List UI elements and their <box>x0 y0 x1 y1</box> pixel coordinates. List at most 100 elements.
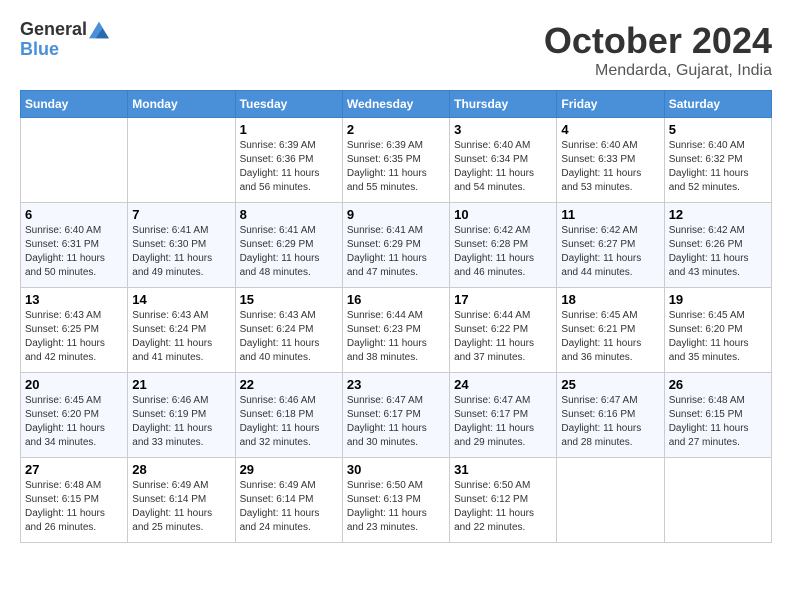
day-info: Sunrise: 6:47 AM Sunset: 6:17 PM Dayligh… <box>454 394 552 450</box>
calendar-day-header: Wednesday <box>342 91 449 118</box>
day-info: Sunrise: 6:42 AM Sunset: 6:28 PM Dayligh… <box>454 224 552 280</box>
day-number: 24 <box>454 377 552 392</box>
day-number: 16 <box>347 292 445 307</box>
logo-icon <box>89 20 109 40</box>
day-number: 27 <box>25 462 123 477</box>
calendar-week-row: 6Sunrise: 6:40 AM Sunset: 6:31 PM Daylig… <box>21 203 772 288</box>
day-info: Sunrise: 6:41 AM Sunset: 6:29 PM Dayligh… <box>240 224 338 280</box>
calendar-cell: 31 Sunrise: 6:50 AM Sunset: 6:12 PM Dayli… <box>450 458 557 543</box>
day-info: Sunrise: 6:48 AM Sunset: 6:15 PM Dayligh… <box>669 394 767 450</box>
day-info: Sunrise: 6:48 AM Sunset: 6:15 PM Dayligh… <box>25 479 123 535</box>
logo-general-text: General <box>20 20 87 40</box>
calendar-cell: 26 Sunrise: 6:48 AM Sunset: 6:15 PM Dayli… <box>664 373 771 458</box>
calendar-cell: 17 Sunrise: 6:44 AM Sunset: 6:22 PM Dayli… <box>450 288 557 373</box>
day-info: Sunrise: 6:39 AM Sunset: 6:36 PM Dayligh… <box>240 139 338 195</box>
day-number: 28 <box>132 462 230 477</box>
day-number: 21 <box>132 377 230 392</box>
calendar-cell: 4Sunrise: 6:40 AM Sunset: 6:33 PM Daylig… <box>557 118 664 203</box>
calendar-cell: 2 Sunrise: 6:39 AM Sunset: 6:35 PM Daylig… <box>342 118 449 203</box>
day-number: 4 <box>561 122 659 137</box>
calendar-cell <box>128 118 235 203</box>
calendar-cell: 12Sunrise: 6:42 AM Sunset: 6:26 PM Dayli… <box>664 203 771 288</box>
calendar-cell: 6Sunrise: 6:40 AM Sunset: 6:31 PM Daylig… <box>21 203 128 288</box>
day-number: 9 <box>347 207 445 222</box>
day-info: Sunrise: 6:42 AM Sunset: 6:27 PM Dayligh… <box>561 224 659 280</box>
calendar-header-row: SundayMondayTuesdayWednesdayThursdayFrid… <box>21 91 772 118</box>
day-number: 17 <box>454 292 552 307</box>
day-number: 18 <box>561 292 659 307</box>
calendar-cell: 20Sunrise: 6:45 AM Sunset: 6:20 PM Dayli… <box>21 373 128 458</box>
day-info: Sunrise: 6:44 AM Sunset: 6:22 PM Dayligh… <box>454 309 552 365</box>
day-info: Sunrise: 6:49 AM Sunset: 6:14 PM Dayligh… <box>240 479 338 535</box>
calendar-day-header: Sunday <box>21 91 128 118</box>
calendar-cell <box>664 458 771 543</box>
calendar-cell: 29Sunrise: 6:49 AM Sunset: 6:14 PM Dayli… <box>235 458 342 543</box>
calendar-cell: 10 Sunrise: 6:42 AM Sunset: 6:28 PM Dayli… <box>450 203 557 288</box>
calendar-cell: 25Sunrise: 6:47 AM Sunset: 6:16 PM Dayli… <box>557 373 664 458</box>
day-number: 19 <box>669 292 767 307</box>
day-number: 2 <box>347 122 445 137</box>
calendar-cell: 18 Sunrise: 6:45 AM Sunset: 6:21 PM Dayli… <box>557 288 664 373</box>
calendar-day-header: Thursday <box>450 91 557 118</box>
day-info: Sunrise: 6:42 AM Sunset: 6:26 PM Dayligh… <box>669 224 767 280</box>
day-number: 10 <box>454 207 552 222</box>
day-info: Sunrise: 6:49 AM Sunset: 6:14 PM Dayligh… <box>132 479 230 535</box>
location-text: Mendarda, Gujarat, India <box>544 62 772 80</box>
day-info: Sunrise: 6:45 AM Sunset: 6:20 PM Dayligh… <box>669 309 767 365</box>
calendar-cell: 15Sunrise: 6:43 AM Sunset: 6:24 PM Dayli… <box>235 288 342 373</box>
logo-blue-text: Blue <box>20 40 109 60</box>
calendar-cell: 11Sunrise: 6:42 AM Sunset: 6:27 PM Dayli… <box>557 203 664 288</box>
calendar-cell: 21 Sunrise: 6:46 AM Sunset: 6:19 PM Dayli… <box>128 373 235 458</box>
calendar-day-header: Monday <box>128 91 235 118</box>
calendar-week-row: 13 Sunrise: 6:43 AM Sunset: 6:25 PM Dayli… <box>21 288 772 373</box>
day-info: Sunrise: 6:44 AM Sunset: 6:23 PM Dayligh… <box>347 309 445 365</box>
calendar-cell: 5Sunrise: 6:40 AM Sunset: 6:32 PM Daylig… <box>664 118 771 203</box>
logo: General Blue <box>20 20 109 60</box>
day-info: Sunrise: 6:46 AM Sunset: 6:18 PM Dayligh… <box>240 394 338 450</box>
calendar-cell: 24 Sunrise: 6:47 AM Sunset: 6:17 PM Dayli… <box>450 373 557 458</box>
calendar-cell: 28 Sunrise: 6:49 AM Sunset: 6:14 PM Dayli… <box>128 458 235 543</box>
day-number: 31 <box>454 462 552 477</box>
calendar-cell: 13 Sunrise: 6:43 AM Sunset: 6:25 PM Dayli… <box>21 288 128 373</box>
page-header: General Blue October 2024 Mendarda, Guja… <box>20 20 772 80</box>
calendar-week-row: 1 Sunrise: 6:39 AM Sunset: 6:36 PM Daylig… <box>21 118 772 203</box>
day-number: 23 <box>347 377 445 392</box>
day-info: Sunrise: 6:43 AM Sunset: 6:25 PM Dayligh… <box>25 309 123 365</box>
calendar-cell: 7 Sunrise: 6:41 AM Sunset: 6:30 PM Daylig… <box>128 203 235 288</box>
day-number: 20 <box>25 377 123 392</box>
calendar-cell: 19 Sunrise: 6:45 AM Sunset: 6:20 PM Dayli… <box>664 288 771 373</box>
day-number: 26 <box>669 377 767 392</box>
calendar-cell: 16 Sunrise: 6:44 AM Sunset: 6:23 PM Dayli… <box>342 288 449 373</box>
calendar-cell: 14 Sunrise: 6:43 AM Sunset: 6:24 PM Dayli… <box>128 288 235 373</box>
calendar-cell: 27 Sunrise: 6:48 AM Sunset: 6:15 PM Dayli… <box>21 458 128 543</box>
day-info: Sunrise: 6:47 AM Sunset: 6:16 PM Dayligh… <box>561 394 659 450</box>
day-number: 14 <box>132 292 230 307</box>
day-number: 13 <box>25 292 123 307</box>
calendar-cell: 23 Sunrise: 6:47 AM Sunset: 6:17 PM Dayli… <box>342 373 449 458</box>
day-info: Sunrise: 6:40 AM Sunset: 6:32 PM Dayligh… <box>669 139 767 195</box>
title-section: October 2024 Mendarda, Gujarat, India <box>544 20 772 80</box>
day-info: Sunrise: 6:39 AM Sunset: 6:35 PM Dayligh… <box>347 139 445 195</box>
month-title: October 2024 <box>544 20 772 62</box>
day-number: 7 <box>132 207 230 222</box>
day-info: Sunrise: 6:40 AM Sunset: 6:34 PM Dayligh… <box>454 139 552 195</box>
calendar-day-header: Friday <box>557 91 664 118</box>
day-info: Sunrise: 6:47 AM Sunset: 6:17 PM Dayligh… <box>347 394 445 450</box>
calendar-week-row: 20Sunrise: 6:45 AM Sunset: 6:20 PM Dayli… <box>21 373 772 458</box>
day-info: Sunrise: 6:41 AM Sunset: 6:30 PM Dayligh… <box>132 224 230 280</box>
day-info: Sunrise: 6:46 AM Sunset: 6:19 PM Dayligh… <box>132 394 230 450</box>
calendar-table: SundayMondayTuesdayWednesdayThursdayFrid… <box>20 90 772 543</box>
calendar-day-header: Saturday <box>664 91 771 118</box>
day-info: Sunrise: 6:50 AM Sunset: 6:12 PM Dayligh… <box>454 479 552 535</box>
day-number: 30 <box>347 462 445 477</box>
day-info: Sunrise: 6:43 AM Sunset: 6:24 PM Dayligh… <box>132 309 230 365</box>
calendar-cell <box>21 118 128 203</box>
day-info: Sunrise: 6:40 AM Sunset: 6:31 PM Dayligh… <box>25 224 123 280</box>
calendar-cell <box>557 458 664 543</box>
calendar-cell: 1 Sunrise: 6:39 AM Sunset: 6:36 PM Daylig… <box>235 118 342 203</box>
calendar-cell: 9Sunrise: 6:41 AM Sunset: 6:29 PM Daylig… <box>342 203 449 288</box>
calendar-cell: 8Sunrise: 6:41 AM Sunset: 6:29 PM Daylig… <box>235 203 342 288</box>
day-number: 3 <box>454 122 552 137</box>
day-number: 1 <box>240 122 338 137</box>
day-info: Sunrise: 6:45 AM Sunset: 6:21 PM Dayligh… <box>561 309 659 365</box>
